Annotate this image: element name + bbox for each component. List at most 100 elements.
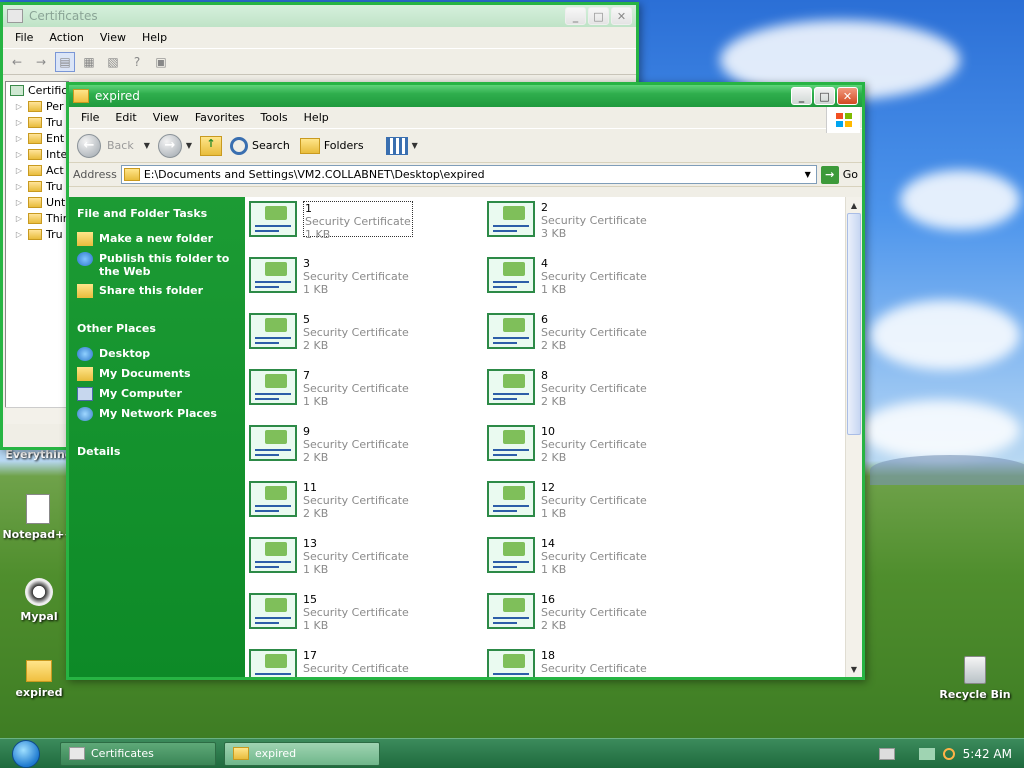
file-item[interactable]: 1 Security Certificate 1 KB: [249, 201, 487, 257]
file-item[interactable]: 10 Security Certificate 2 KB: [487, 425, 725, 481]
file-item[interactable]: 14 Security Certificate 1 KB: [487, 537, 725, 593]
expand-icon[interactable]: ▷: [14, 214, 24, 223]
forward-arrow-icon[interactable]: →: [31, 52, 51, 72]
tree-item[interactable]: ▷ Inte: [6, 146, 68, 162]
back-icon[interactable]: ←: [77, 133, 101, 158]
vertical-scrollbar[interactable]: ▲ ▼: [845, 197, 862, 677]
folders-icon[interactable]: [299, 137, 320, 154]
menu-tools[interactable]: Tools: [253, 109, 296, 126]
desktop-icon-mypal[interactable]: Mypal: [3, 578, 75, 623]
place-my-documents-link[interactable]: My Documents: [77, 367, 237, 381]
help-icon[interactable]: ?: [127, 52, 147, 72]
file-item[interactable]: 12 Security Certificate 1 KB: [487, 481, 725, 537]
explorer-window[interactable]: expired _ □ ✕ File Edit View Favorites T…: [66, 82, 865, 680]
file-item[interactable]: 18 Security Certificate: [487, 649, 725, 677]
tree-item[interactable]: ▷ Unt: [6, 194, 68, 210]
file-item[interactable]: 3 Security Certificate 1 KB: [249, 257, 487, 313]
maximize-button[interactable]: □: [814, 87, 835, 105]
explorer-titlebar[interactable]: expired _ □ ✕: [69, 85, 862, 107]
expand-icon[interactable]: ▷: [14, 150, 24, 159]
place-desktop-link[interactable]: Desktop: [77, 347, 237, 361]
address-field[interactable]: E:\Documents and Settings\VM2.COLLABNET\…: [120, 165, 817, 184]
properties-icon[interactable]: ▦: [79, 52, 99, 72]
console-icon[interactable]: ▣: [151, 52, 171, 72]
scroll-down-icon[interactable]: ▼: [846, 661, 862, 677]
search-icon[interactable]: [230, 136, 249, 155]
back-arrow-icon[interactable]: ←: [7, 52, 27, 72]
close-button[interactable]: ✕: [611, 7, 632, 25]
expand-icon[interactable]: ▷: [14, 134, 24, 143]
publish-folder-link[interactable]: Publish this folder to the Web: [77, 252, 237, 278]
taskbar-button-expired[interactable]: expired: [224, 741, 380, 766]
tree-item[interactable]: ▷ Tru: [6, 114, 68, 130]
file-item[interactable]: 11 Security Certificate 2 KB: [249, 481, 487, 537]
menu-file[interactable]: File: [73, 109, 107, 126]
minimize-button[interactable]: _: [791, 87, 812, 105]
expand-icon[interactable]: ▷: [14, 102, 24, 111]
certificates-titlebar[interactable]: Certificates _ □ ✕: [3, 5, 636, 27]
close-button[interactable]: ✕: [837, 87, 858, 105]
views-icon[interactable]: [385, 136, 408, 155]
file-item[interactable]: 17 Security Certificate: [249, 649, 487, 677]
search-button[interactable]: Search: [252, 139, 290, 152]
file-item[interactable]: 6 Security Certificate 2 KB: [487, 313, 725, 369]
file-item[interactable]: 4 Security Certificate 1 KB: [487, 257, 725, 313]
tree-item[interactable]: ▷ Tru: [6, 178, 68, 194]
menu-file[interactable]: File: [7, 29, 41, 46]
tree-item[interactable]: ▷ Thir: [6, 210, 68, 226]
file-item[interactable]: 15 Security Certificate 1 KB: [249, 593, 487, 649]
desktop-icon-recycle-bin[interactable]: Recycle Bin: [939, 656, 1011, 701]
tree-root[interactable]: Certific: [6, 82, 68, 98]
tree-item[interactable]: ▷ Ent: [6, 130, 68, 146]
file-item[interactable]: 16 Security Certificate 2 KB: [487, 593, 725, 649]
tree-item[interactable]: ▷ Act: [6, 162, 68, 178]
expand-icon[interactable]: ▷: [14, 230, 24, 239]
show-tree-icon[interactable]: ▤: [55, 51, 75, 72]
place-my-network-link[interactable]: My Network Places: [77, 407, 237, 421]
desktop-icon-expired[interactable]: expired: [3, 660, 75, 699]
menu-action[interactable]: Action: [41, 29, 91, 46]
file-item[interactable]: 7 Security Certificate 1 KB: [249, 369, 487, 425]
back-dropdown-icon[interactable]: ▼: [144, 141, 150, 150]
file-list[interactable]: 1 Security Certificate 1 KB 2 Security Certi…: [245, 197, 862, 677]
other-places-header[interactable]: Other Places: [77, 322, 237, 335]
file-item[interactable]: 13 Security Certificate 1 KB: [249, 537, 487, 593]
maximize-button[interactable]: □: [588, 7, 609, 25]
minimize-button[interactable]: _: [565, 7, 586, 25]
details-header[interactable]: Details: [77, 445, 237, 458]
expand-icon[interactable]: ▷: [14, 118, 24, 127]
address-dropdown-icon[interactable]: ▼: [800, 166, 816, 183]
go-button[interactable]: → Go: [820, 165, 858, 184]
tree-item[interactable]: ▷ Tru: [6, 226, 68, 242]
keyboard-icon[interactable]: [878, 748, 895, 760]
forward-dropdown-icon[interactable]: ▼: [186, 141, 192, 150]
menu-help[interactable]: Help: [296, 109, 337, 126]
address-path[interactable]: E:\Documents and Settings\VM2.COLLABNET\…: [144, 168, 800, 181]
start-button[interactable]: [0, 739, 52, 768]
clock[interactable]: 5:42 AM: [963, 747, 1012, 761]
export-list-icon[interactable]: ▧: [103, 52, 123, 72]
file-item[interactable]: 8 Security Certificate 2 KB: [487, 369, 725, 425]
search-tray-icon[interactable]: [942, 748, 955, 760]
expand-icon[interactable]: ▷: [14, 166, 24, 175]
forward-icon[interactable]: →: [157, 133, 182, 158]
tasks-header[interactable]: File and Folder Tasks: [77, 207, 237, 220]
file-item[interactable]: 2 Security Certificate 3 KB: [487, 201, 725, 257]
desktop-icon-notepadpp[interactable]: Notepad++: [2, 494, 74, 541]
scroll-up-icon[interactable]: ▲: [846, 197, 862, 213]
menu-view[interactable]: View: [92, 29, 134, 46]
menu-favorites[interactable]: Favorites: [187, 109, 253, 126]
expand-icon[interactable]: ▷: [14, 198, 24, 207]
menu-edit[interactable]: Edit: [107, 109, 144, 126]
tree-horizontal-scrollbar[interactable]: [5, 407, 69, 424]
scroll-thumb[interactable]: [847, 213, 861, 435]
tree-item[interactable]: ▷ Per: [6, 98, 68, 114]
up-folder-icon[interactable]: ↑: [200, 135, 223, 156]
network-icon[interactable]: [918, 748, 935, 760]
back-label[interactable]: Back: [107, 139, 134, 152]
expand-icon[interactable]: ▷: [14, 182, 24, 191]
views-dropdown-icon[interactable]: ▼: [412, 141, 418, 150]
place-my-computer-link[interactable]: My Computer: [77, 387, 237, 401]
file-item[interactable]: 5 Security Certificate 2 KB: [249, 313, 487, 369]
file-item[interactable]: 9 Security Certificate 2 KB: [249, 425, 487, 481]
